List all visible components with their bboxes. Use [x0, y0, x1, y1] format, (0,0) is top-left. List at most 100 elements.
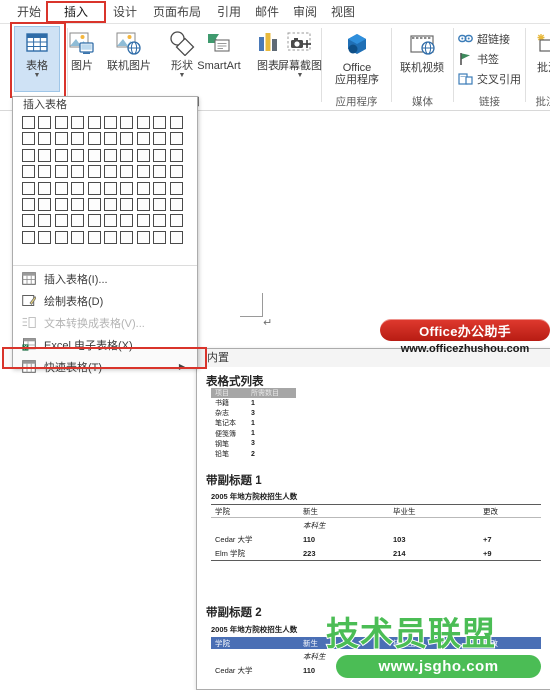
grid-cell[interactable] [22, 181, 35, 195]
grid-cell[interactable] [54, 214, 68, 228]
grid-cell[interactable] [120, 181, 134, 195]
grid-cell[interactable] [38, 181, 52, 195]
tab-mailings[interactable]: 邮件 [250, 3, 284, 21]
grid-cell[interactable] [87, 197, 101, 211]
grid-cell[interactable] [120, 214, 134, 228]
grid-cell[interactable] [71, 132, 85, 146]
grid-cell[interactable] [38, 197, 52, 211]
grid-cell[interactable] [38, 230, 52, 244]
grid-cell[interactable] [120, 165, 134, 179]
grid-cell[interactable] [54, 197, 68, 211]
menu-item-draw-table[interactable]: 绘制表格(D) [13, 290, 197, 311]
grid-cell[interactable] [38, 148, 52, 162]
grid-cell[interactable] [169, 197, 183, 211]
grid-cell[interactable] [87, 116, 101, 129]
grid-cell[interactable] [71, 197, 85, 211]
grid-cell[interactable] [153, 214, 167, 228]
grid-cell[interactable] [87, 132, 101, 146]
grid-cell[interactable] [120, 230, 134, 244]
grid-cell[interactable] [153, 165, 167, 179]
grid-cell[interactable] [103, 148, 117, 162]
grid-cell[interactable] [120, 116, 134, 129]
grid-cell[interactable] [103, 132, 117, 146]
insert-table-dropdown[interactable]: 插入表格 插入表格(I)... 绘制表格(D) 文本转换成表格(V)... X … [12, 96, 198, 374]
grid-cell[interactable] [38, 165, 52, 179]
grid-cell[interactable] [54, 116, 68, 129]
table-size-grid[interactable] [22, 116, 186, 247]
grid-cell[interactable] [87, 165, 101, 179]
grid-cell[interactable] [169, 132, 183, 146]
grid-cell[interactable] [87, 230, 101, 244]
grid-cell[interactable] [54, 181, 68, 195]
grid-cell[interactable] [169, 165, 183, 179]
grid-cell[interactable] [38, 132, 52, 146]
office-apps-button[interactable]: Office 应用程序 [329, 28, 385, 86]
grid-cell[interactable] [22, 230, 35, 244]
grid-cell[interactable] [169, 148, 183, 162]
hyperlink-button[interactable]: 超链接 [458, 29, 510, 48]
grid-cell[interactable] [22, 214, 35, 228]
grid-cell[interactable] [87, 181, 101, 195]
tab-design[interactable]: 设计 [108, 3, 142, 21]
grid-cell[interactable] [103, 165, 117, 179]
grid-cell[interactable] [136, 197, 150, 211]
grid-cell[interactable] [153, 181, 167, 195]
grid-cell[interactable] [71, 230, 85, 244]
smartart-button[interactable]: SmartArt [192, 26, 246, 72]
grid-cell[interactable] [54, 165, 68, 179]
grid-cell[interactable] [153, 132, 167, 146]
grid-cell[interactable] [71, 148, 85, 162]
grid-cell[interactable] [87, 214, 101, 228]
grid-cell[interactable] [54, 230, 68, 244]
screenshot-dropdown-arrow[interactable]: ▼ [276, 72, 324, 79]
grid-cell[interactable] [103, 116, 117, 129]
grid-cell[interactable] [103, 181, 117, 195]
grid-cell[interactable] [136, 132, 150, 146]
grid-cell[interactable] [103, 214, 117, 228]
grid-cell[interactable] [71, 181, 85, 195]
grid-cell[interactable] [136, 148, 150, 162]
grid-cell[interactable] [169, 181, 183, 195]
grid-cell[interactable] [169, 230, 183, 244]
grid-cell[interactable] [22, 197, 35, 211]
grid-cell[interactable] [103, 197, 117, 211]
grid-cell[interactable] [87, 148, 101, 162]
tab-view[interactable]: 视图 [326, 3, 360, 21]
shapes-dropdown-arrow[interactable]: ▼ [160, 72, 204, 79]
online-video-button[interactable]: 联机视频 [396, 28, 448, 74]
tab-page-layout[interactable]: 页面布局 [146, 3, 208, 21]
grid-cell[interactable] [71, 165, 85, 179]
screenshot-button[interactable]: 屏幕截图 ▼ [276, 26, 324, 79]
grid-cell[interactable] [169, 214, 183, 228]
grid-cell[interactable] [153, 148, 167, 162]
grid-cell[interactable] [153, 230, 167, 244]
grid-cell[interactable] [22, 148, 35, 162]
menu-item-insert-table[interactable]: 插入表格(I)... [13, 268, 197, 289]
comment-button[interactable]: 批注 [528, 28, 550, 74]
grid-cell[interactable] [103, 230, 117, 244]
grid-cell[interactable] [22, 165, 35, 179]
quick-table-thumb-subtitle-1[interactable]: 2005 年地方院校招生人数 学院 新生 毕业生 更改 本科生 Cedar 大学… [211, 491, 541, 561]
grid-cell[interactable] [22, 116, 35, 129]
grid-cell[interactable] [54, 132, 68, 146]
grid-cell[interactable] [71, 116, 85, 129]
grid-cell[interactable] [136, 214, 150, 228]
picture-button[interactable]: 图片 [60, 26, 104, 72]
tab-review[interactable]: 审阅 [288, 3, 322, 21]
grid-cell[interactable] [136, 165, 150, 179]
grid-cell[interactable] [120, 197, 134, 211]
grid-cell[interactable] [153, 116, 167, 129]
bookmark-button[interactable]: 书签 [458, 49, 499, 68]
grid-cell[interactable] [169, 116, 183, 129]
online-picture-button[interactable]: 联机图片 [100, 26, 158, 72]
grid-cell[interactable] [71, 214, 85, 228]
cross-reference-button[interactable]: 交叉引用 [458, 69, 521, 88]
grid-cell[interactable] [120, 148, 134, 162]
grid-cell[interactable] [136, 181, 150, 195]
grid-cell[interactable] [38, 214, 52, 228]
grid-cell[interactable] [136, 230, 150, 244]
tab-references[interactable]: 引用 [212, 3, 246, 21]
grid-cell[interactable] [54, 148, 68, 162]
grid-cell[interactable] [136, 116, 150, 129]
grid-cell[interactable] [153, 197, 167, 211]
